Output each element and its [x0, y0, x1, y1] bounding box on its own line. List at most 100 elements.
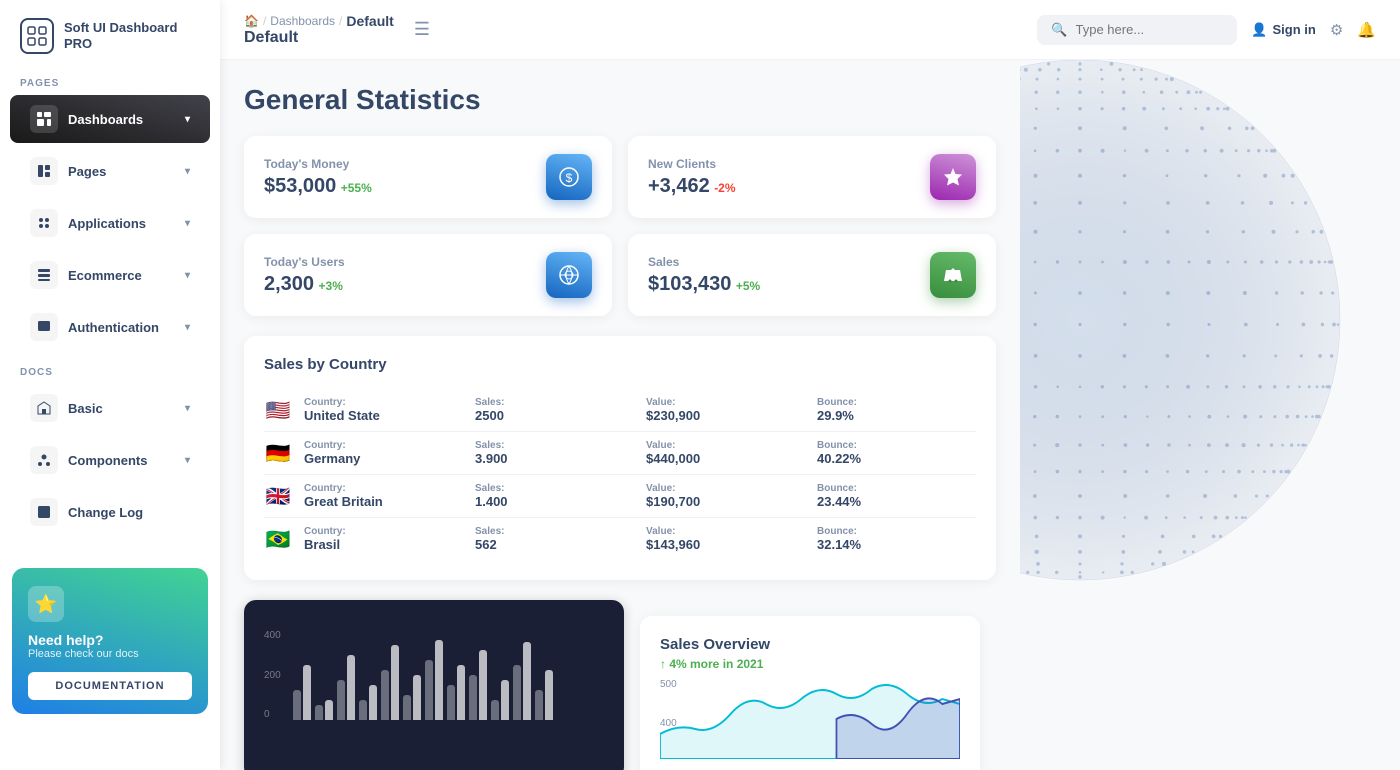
country-bounce: 40.22%: [817, 451, 976, 466]
main: 🏠 / Dashboards / Default Default ☰ 🔍 👤 S…: [220, 0, 1400, 770]
country-value: $230,900: [646, 408, 805, 423]
bounce-col-label: Bounce:: [817, 483, 976, 494]
sidebar-applications-label: Applications: [68, 216, 146, 231]
sidebar-item-components[interactable]: Components ▾: [10, 436, 210, 484]
bar-group: [491, 680, 509, 720]
sidebar-item-applications[interactable]: Applications ▾: [10, 199, 210, 247]
country-name-col: Country: Brasil: [304, 526, 463, 552]
country-bounce-col: Bounce: 40.22%: [817, 440, 976, 466]
country-name-col: Country: Great Britain: [304, 483, 463, 509]
y-label-200: 200: [264, 670, 281, 681]
sidebar-item-pages[interactable]: Pages ▾: [10, 147, 210, 195]
bar-left: [293, 690, 301, 720]
signin-label: Sign in: [1273, 22, 1316, 37]
stat-sales-change: +5%: [736, 279, 760, 293]
bar-right: [347, 655, 355, 720]
stat-users-label: Today's Users: [264, 255, 345, 269]
globe-svg: [1020, 60, 1380, 620]
country-rows: 🇺🇸 Country: United State Sales: 2500 Val…: [264, 389, 976, 560]
country-bounce: 32.14%: [817, 537, 976, 552]
sidebar-item-changelog[interactable]: Change Log: [10, 488, 210, 536]
stats-grid: Today's Money $53,000 +55% $: [244, 136, 996, 316]
settings-icon[interactable]: ⚙: [1330, 21, 1343, 39]
sidebar-item-dashboards[interactable]: Dashboards ▾: [10, 95, 210, 143]
sidebar-item-basic[interactable]: Basic ▾: [10, 384, 210, 432]
bar-right: [325, 700, 333, 720]
sidebar-item-ecommerce[interactable]: Ecommerce ▾: [10, 251, 210, 299]
sidebar-dashboards-label: Dashboards: [68, 112, 143, 127]
stat-card-users: Today's Users 2,300 +3%: [244, 234, 612, 316]
bounce-col-label: Bounce:: [817, 440, 976, 451]
country-sales-col: Sales: 1.400: [475, 483, 634, 509]
country-value-col: Value: $440,000: [646, 440, 805, 466]
y-label-400: 400: [264, 630, 281, 641]
dashboards-icon: [30, 105, 58, 133]
bar-right: [545, 670, 553, 720]
sidebar-item-authentication[interactable]: Authentication ▾: [10, 303, 210, 351]
country-col-label: Country:: [304, 526, 463, 537]
search-icon: 🔍: [1051, 22, 1067, 38]
country-bounce: 23.44%: [817, 494, 976, 509]
stat-users-change: +3%: [319, 279, 343, 293]
bar-left: [491, 700, 499, 720]
country-flag: 🇺🇸: [264, 398, 292, 423]
stat-clients-change: -2%: [714, 181, 735, 195]
country-sales: 562: [475, 537, 634, 552]
chart-y-500: 500: [660, 679, 677, 690]
country-flag: 🇬🇧: [264, 484, 292, 509]
auth-chevron: ▾: [185, 322, 190, 333]
notification-icon[interactable]: 🔔: [1357, 21, 1376, 39]
content-right: [1020, 60, 1400, 770]
basic-chevron: ▾: [185, 403, 190, 414]
country-bounce: 29.9%: [817, 408, 976, 423]
bar-left: [315, 705, 323, 720]
country-sales-col: Sales: 2500: [475, 397, 634, 423]
breadcrumb-home-icon: 🏠: [244, 14, 259, 28]
country-row: 🇧🇷 Country: Brasil Sales: 562 Value: $14…: [264, 518, 976, 560]
country-sales: 3.900: [475, 451, 634, 466]
country-value-col: Value: $143,960: [646, 526, 805, 552]
bar-group: [469, 650, 487, 720]
menu-toggle-button[interactable]: ☰: [414, 19, 430, 40]
breadcrumb-dashboards[interactable]: Dashboards: [270, 14, 335, 28]
sidebar-changelog-label: Change Log: [68, 505, 143, 520]
breadcrumb: 🏠 / Dashboards / Default: [244, 13, 394, 29]
sidebar-components-label: Components: [68, 453, 147, 468]
country-name: Brasil: [304, 537, 463, 552]
dashboards-chevron: ▾: [185, 114, 190, 125]
topbar-right: 🔍 👤 Sign in ⚙ 🔔: [1037, 15, 1376, 45]
country-flag: 🇧🇷: [264, 527, 292, 552]
country-row: 🇩🇪 Country: Germany Sales: 3.900 Value: …: [264, 432, 976, 475]
country-bounce-col: Bounce: 23.44%: [817, 483, 976, 509]
country-row: 🇺🇸 Country: United State Sales: 2500 Val…: [264, 389, 976, 432]
bar-right: [479, 650, 487, 720]
search-input[interactable]: [1076, 22, 1224, 37]
sales-country-title: Sales by Country: [264, 356, 976, 373]
bar-right: [435, 640, 443, 720]
bar-group: [425, 640, 443, 720]
topbar: 🏠 / Dashboards / Default Default ☰ 🔍 👤 S…: [220, 0, 1400, 60]
country-col-label: Country:: [304, 440, 463, 451]
sales-col-label: Sales:: [475, 397, 634, 408]
stat-money-icon: $: [546, 154, 592, 200]
sidebar-auth-label: Authentication: [68, 320, 159, 335]
basic-icon: [30, 394, 58, 422]
authentication-icon: [30, 313, 58, 341]
bar-right: [413, 675, 421, 720]
country-name-col: Country: United State: [304, 397, 463, 423]
signin-button[interactable]: 👤 Sign in: [1251, 22, 1316, 38]
help-star-icon: ⭐: [28, 586, 64, 622]
bar-left: [535, 690, 543, 720]
sales-overview-subtitle: ↑ 4% more in 2021: [660, 657, 960, 671]
stat-card-clients: New Clients +3,462 -2%: [628, 136, 996, 218]
country-col-label: Country:: [304, 397, 463, 408]
country-name: Germany: [304, 451, 463, 466]
stat-sales-label: Sales: [648, 255, 760, 269]
country-name: Great Britain: [304, 494, 463, 509]
documentation-button[interactable]: DOCUMENTATION: [28, 672, 192, 700]
country-name: United State: [304, 408, 463, 423]
help-title: Need help?: [28, 632, 192, 648]
value-col-label: Value:: [646, 483, 805, 494]
stat-sales-value: $103,430: [648, 273, 731, 295]
bar-group: [293, 665, 311, 720]
